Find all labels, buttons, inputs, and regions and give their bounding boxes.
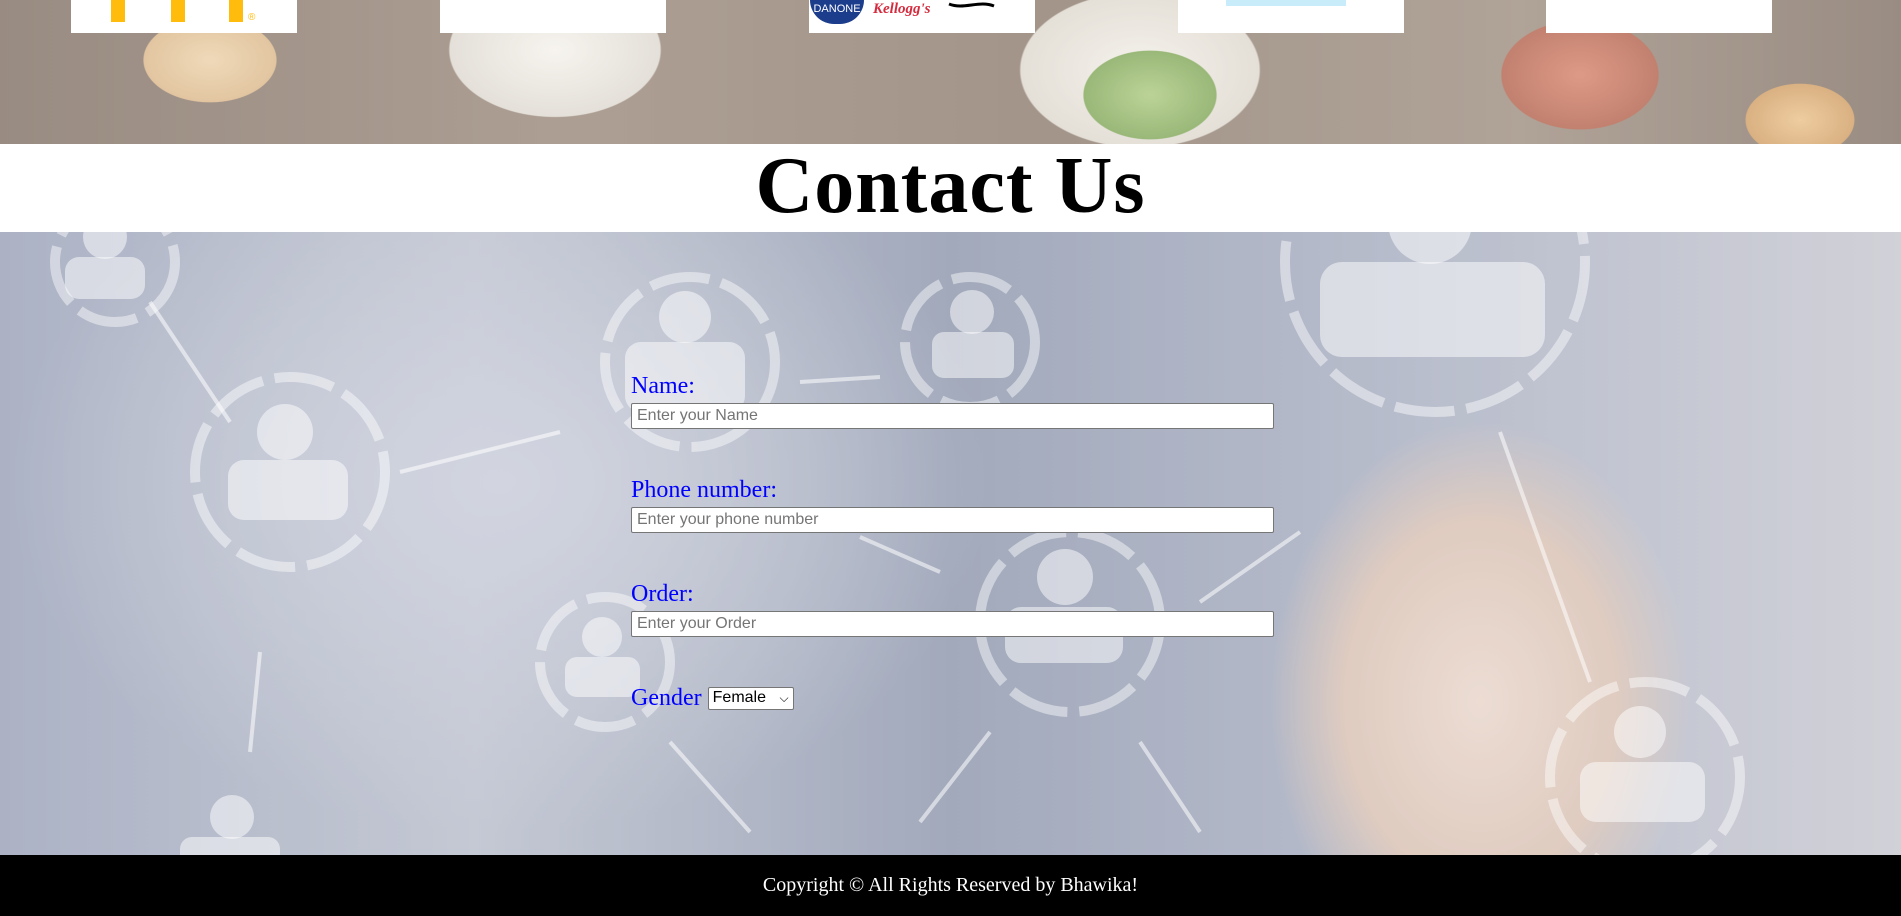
gender-select[interactable]: Female ⌵: [707, 686, 794, 710]
food-banner: ® DANONE Kellogg's: [0, 0, 1901, 144]
order-field: Order:: [631, 582, 1281, 686]
name-label: Name:: [631, 373, 695, 399]
registered-mark: ®: [248, 12, 256, 23]
footer: Copyright © All Rights Reserved by Bhawi…: [0, 855, 1901, 916]
phone-field: Phone number:: [631, 478, 1281, 582]
phone-input[interactable]: [631, 507, 1274, 533]
contact-form: Name: Phone number: Order: Gender Female…: [631, 374, 1281, 710]
phone-label: Phone number:: [631, 477, 777, 503]
name-field: Name:: [631, 374, 1281, 478]
gender-selected-value: Female: [712, 689, 766, 706]
order-label: Order:: [631, 581, 694, 607]
contact-background: Name: Phone number: Order: Gender Female…: [0, 232, 1901, 855]
title-bar: Contact Us: [0, 142, 1901, 232]
gender-field: Gender Female ⌵: [631, 686, 1281, 710]
partner-logo-card: [440, 0, 666, 33]
name-input[interactable]: [631, 403, 1274, 429]
chevron-down-icon: ⌵: [779, 690, 789, 705]
danone-logo: DANONE: [810, 0, 864, 24]
partner-logo-card: [1546, 0, 1772, 33]
partner-logo-card: [1178, 0, 1404, 33]
mcdonalds-logo-card: ®: [71, 0, 297, 33]
order-input[interactable]: [631, 611, 1274, 637]
page-title: Contact Us: [755, 142, 1146, 230]
gender-label: Gender: [631, 685, 702, 711]
brand-squiggle-icon: [948, 2, 995, 8]
danone-kelloggs-logo-card: DANONE Kellogg's: [809, 0, 1035, 33]
copyright-text: Copyright © All Rights Reserved by Bhawi…: [762, 874, 1139, 896]
kelloggs-logo: Kellogg's: [873, 1, 931, 17]
